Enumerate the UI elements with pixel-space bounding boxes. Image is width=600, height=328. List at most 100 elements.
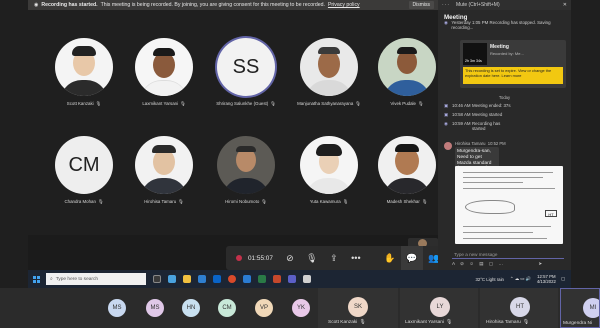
participant-tile[interactable]: LY Laxmikant Yarsani 🎙: [400, 288, 478, 328]
message-attachment-image[interactable]: HT: [455, 166, 563, 244]
banner-title: Recording has started.: [41, 2, 98, 8]
share-screen-button[interactable]: ⇪: [323, 246, 345, 270]
participant-avatar[interactable]: CM: [218, 299, 236, 317]
word-icon[interactable]: [243, 275, 251, 283]
windows-start-icon[interactable]: [33, 275, 40, 283]
powerpoint-icon[interactable]: [273, 275, 281, 283]
microphone-button[interactable]: 🎙: [301, 246, 323, 270]
send-icon[interactable]: ➤: [538, 261, 544, 266]
participant-name: Murgendra Ni: [563, 321, 593, 326]
gif-icon[interactable]: ▤: [479, 261, 485, 266]
attach-icon[interactable]: ⊘: [460, 261, 466, 266]
participant-name: Vivek Pudale 🎙: [390, 101, 424, 106]
participant-avatar: LY: [430, 297, 450, 317]
outlook-icon[interactable]: [213, 275, 221, 283]
participant-avatar: MI: [583, 298, 599, 318]
chat-message: Hirohisa Tamaru 10:52 PM Murgendra-san, …: [442, 140, 567, 248]
avatar: SS: [217, 38, 275, 96]
task-view-icon[interactable]: [153, 275, 161, 283]
avatar: [135, 38, 193, 96]
participant-strip: MS MS HN CM VP YK SK Scott Kanzaki 🎙 LY L…: [0, 288, 600, 328]
participant-name: Hiromi Nobumoto 🎙: [225, 199, 267, 204]
store-icon[interactable]: [198, 275, 206, 283]
participant-name: Manjunatha Sathyanarayana 🎙: [297, 101, 361, 106]
notifications-icon[interactable]: ▢: [561, 276, 565, 282]
taskbar-search-input[interactable]: ⌕ Type here to search: [46, 273, 146, 285]
teams-icon[interactable]: [288, 275, 296, 283]
excel-icon[interactable]: [258, 275, 266, 283]
participant-name: Hirohisa Tamaru 🎙: [144, 199, 184, 204]
expiration-warning[interactable]: This recording is set to expire. View or…: [463, 67, 563, 84]
participant-name: Laxmikant Yarsani 🎙: [142, 101, 186, 106]
recording-icon: ◉: [444, 121, 448, 126]
edge-icon[interactable]: [168, 275, 176, 283]
more-icon[interactable]: …: [498, 261, 505, 266]
recording-duration: 2h 3m 34s: [465, 59, 482, 63]
mic-icon: 🎙: [95, 101, 102, 106]
emoji-icon[interactable]: ☺: [469, 261, 476, 266]
meeting-timer: 01:55:07: [248, 254, 273, 262]
event-text: Meeting started: [472, 112, 503, 117]
event-text: Recording has started: [472, 121, 501, 131]
participant-avatar[interactable]: MS: [146, 299, 164, 317]
camera-off-button[interactable]: ⊘: [279, 246, 301, 270]
mic-icon: 🎙: [342, 199, 349, 204]
meeting-icon: ▣: [444, 103, 449, 108]
privacy-policy-link[interactable]: Privacy policy: [328, 2, 360, 8]
dismiss-button[interactable]: Dismiss: [408, 1, 434, 9]
participant-name: Madesh Shekhar 🎙: [386, 199, 428, 204]
avatar: [300, 136, 358, 194]
close-icon[interactable]: ✕: [563, 2, 567, 8]
event-yesterday: ◉ Yesterday 1:05 PM Recording has stoppe…: [444, 20, 564, 30]
avatar-initials: CM: [68, 153, 100, 176]
avatar: [378, 38, 436, 96]
more-actions-button[interactable]: •••: [345, 246, 367, 270]
participant-tile-active[interactable]: MI Murgendra Ni: [560, 288, 600, 328]
teams-meeting-window: ◉ Recording has started. This meeting is…: [28, 0, 571, 270]
participant-avatar[interactable]: VP: [255, 299, 273, 317]
chat-compose-input[interactable]: Type a new message: [452, 250, 564, 259]
app-icon[interactable]: [303, 275, 311, 283]
file-explorer-icon[interactable]: [183, 275, 191, 283]
sticker-icon[interactable]: ▢: [489, 261, 495, 266]
recording-thumbnail[interactable]: 2h 3m 34s: [463, 43, 487, 65]
participant-avatar[interactable]: MS: [108, 299, 126, 317]
participant-avatar[interactable]: HN: [182, 299, 200, 317]
chrome-icon[interactable]: [228, 275, 236, 283]
meeting-icon: ▣: [444, 112, 449, 117]
event-time: 10:58 AM: [452, 112, 471, 117]
mic-icon: 🎙: [261, 199, 267, 204]
weather[interactable]: 32°C Light rain: [475, 277, 503, 282]
mic-icon: 🎙: [270, 101, 276, 106]
avatar: [55, 38, 113, 96]
participant-avatar: SK: [348, 297, 368, 317]
tray-icons[interactable]: ⌃ ☁ ▭ 🔊: [510, 276, 531, 282]
search-icon: ⌕: [50, 277, 53, 282]
recording-card[interactable]: 2h 3m 34s Meeting Recorded by: Me... Thi…: [460, 40, 566, 88]
more-icon[interactable]: ···: [442, 2, 450, 8]
raise-hand-button[interactable]: ✋: [379, 246, 401, 270]
participant-avatar[interactable]: YK: [292, 299, 310, 317]
mic-icon: 🎙: [522, 320, 529, 325]
recording-indicator-icon: [236, 255, 242, 261]
event-text: Yesterday 1:05 PM Recording has stopped.…: [451, 20, 551, 30]
mic-icon: 🎙: [355, 101, 361, 106]
avatar-initials: SS: [232, 55, 260, 78]
format-icon[interactable]: A: [452, 261, 457, 266]
participant-name: Chandra Mohan 🎙: [64, 199, 104, 204]
event-time: 10:59 AM: [452, 121, 471, 126]
windows-taskbar: ⌕ Type here to search 32°C Light rain ⌃ …: [28, 270, 571, 288]
participant-name: Yuta Kawamura 🎙: [309, 199, 349, 204]
screen: ◉ Recording has started. This meeting is…: [0, 0, 600, 328]
avatar: [444, 142, 452, 150]
system-tray: 32°C Light rain ⌃ ☁ ▭ 🔊 12:57 PM 4/13/20…: [475, 274, 571, 284]
event-item: ▣ 10:46 AM Meeting ended: 37s: [444, 103, 511, 109]
mic-icon: 🎙: [97, 199, 104, 204]
clock[interactable]: 12:57 PM 4/13/2022: [537, 274, 556, 284]
recording-title: Meeting: [490, 44, 509, 50]
chat-button[interactable]: 💬: [400, 246, 423, 270]
participant-tile[interactable]: SK Scott Kanzaki 🎙: [318, 288, 398, 328]
recording-banner: ◉ Recording has started. This meeting is…: [28, 0, 438, 10]
recording-subtitle: Recorded by: Me...: [490, 51, 524, 56]
participant-tile[interactable]: HT Hirohisa Tamaru 🎙: [480, 288, 558, 328]
